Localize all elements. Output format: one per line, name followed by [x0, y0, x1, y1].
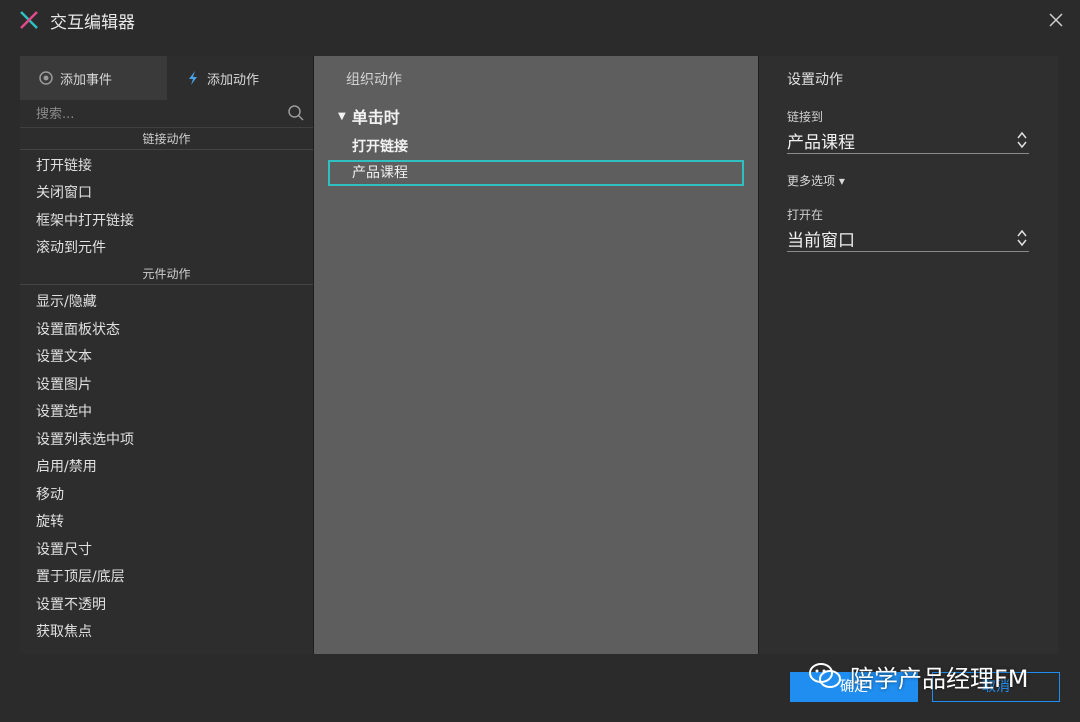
configure-action-panel: 设置动作 链接到 产品课程 更多选项 ▾ 打开在 当前窗口: [759, 56, 1058, 654]
actions-panel: 添加事件 添加动作 链接动作 打开链接 关闭窗口 框架中打开链接 滚动到元件 元…: [20, 56, 313, 654]
target-node-selected[interactable]: 产品课程: [328, 160, 744, 186]
list-item[interactable]: 设置文本: [36, 347, 92, 367]
list-item[interactable]: 设置不透明: [36, 595, 106, 615]
window-title: 交互编辑器: [50, 13, 135, 33]
title-bar: 交互编辑器: [0, 0, 1080, 40]
link-to-label: 链接到: [787, 110, 824, 124]
tab-label: 添加事件: [60, 72, 113, 88]
open-in-label: 打开在: [787, 208, 824, 222]
section-header-link-actions: 链接动作: [20, 130, 313, 150]
tab-label: 添加动作: [207, 72, 260, 88]
list-item[interactable]: 打开链接: [36, 156, 92, 176]
list-item[interactable]: 设置尺寸: [36, 540, 92, 560]
event-icon: [39, 71, 53, 85]
more-options-toggle[interactable]: 更多选项 ▾: [787, 172, 845, 189]
list-item[interactable]: 关闭窗口: [36, 183, 92, 203]
panel-title: 组织动作: [346, 72, 402, 88]
list-item[interactable]: 显示/隐藏: [36, 292, 97, 312]
app-logo-icon: [20, 11, 38, 29]
link-to-select[interactable]: 产品课程: [787, 128, 1029, 154]
tab-add-event[interactable]: 添加事件: [20, 56, 167, 100]
organize-actions-panel: 组织动作 ▼ 单击时 打开链接 产品课程: [314, 56, 758, 654]
list-item[interactable]: 框架中打开链接: [36, 211, 134, 231]
watermark-text: 陪学产品经理FM: [850, 664, 1029, 693]
updown-arrow-icon: [1017, 229, 1027, 247]
list-item[interactable]: 设置图片: [36, 375, 92, 395]
action-node[interactable]: 打开链接: [352, 136, 408, 156]
select-value: 产品课程: [787, 133, 855, 153]
wechat-icon: [809, 663, 841, 688]
close-button[interactable]: [1044, 8, 1068, 32]
event-node[interactable]: ▼ 单击时: [338, 104, 400, 128]
list-item[interactable]: 获取焦点: [36, 622, 92, 642]
search-icon[interactable]: [287, 104, 305, 122]
select-value: 当前窗口: [787, 231, 855, 251]
list-item[interactable]: 启用/禁用: [36, 457, 97, 477]
list-item[interactable]: 设置面板状态: [36, 320, 120, 340]
list-item[interactable]: 移动: [36, 485, 64, 505]
watermark: 陪学产品经理FM: [808, 656, 1029, 696]
close-icon: [1049, 13, 1063, 27]
list-item[interactable]: 设置列表选中项: [36, 430, 134, 450]
search-box: [20, 100, 313, 128]
event-label: 单击时: [351, 108, 400, 127]
list-item[interactable]: 滚动到元件: [36, 238, 106, 258]
lightning-icon: [189, 71, 197, 85]
panel-title: 设置动作: [787, 72, 843, 88]
list-item[interactable]: 设置选中: [36, 402, 92, 422]
open-in-select[interactable]: 当前窗口: [787, 226, 1029, 252]
list-item[interactable]: 置于顶层/底层: [36, 567, 125, 587]
search-input[interactable]: [34, 103, 278, 125]
interaction-editor: 添加事件 添加动作 链接动作 打开链接 关闭窗口 框架中打开链接 滚动到元件 元…: [20, 56, 1058, 654]
list-item[interactable]: 旋转: [36, 512, 64, 532]
collapse-triangle-icon[interactable]: ▼: [338, 111, 346, 122]
updown-arrow-icon: [1017, 131, 1027, 149]
tab-add-action[interactable]: 添加动作: [167, 56, 313, 100]
section-header-widget-actions: 元件动作: [20, 265, 313, 285]
tab-bar: 添加事件 添加动作: [20, 56, 313, 100]
